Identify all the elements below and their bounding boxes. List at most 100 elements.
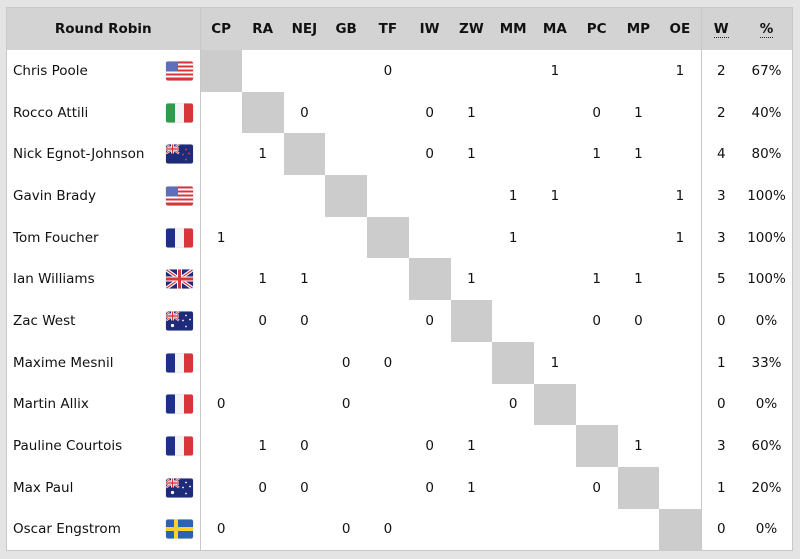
- table-row: Ian Williams 1 1 1 1 1 5 100%: [7, 258, 792, 301]
- competitor-cell: Pauline Courtois: [7, 425, 201, 467]
- percent-cell: 40%: [751, 104, 782, 121]
- result-cell: 1: [258, 438, 267, 455]
- competitor-name: Ian Williams: [13, 271, 95, 288]
- result-cell: 1: [467, 146, 476, 163]
- result-cell: 1: [467, 104, 476, 121]
- wins-cell: 0: [700, 508, 741, 551]
- result-cell: 0: [508, 396, 518, 413]
- result-cell: 0: [425, 104, 434, 121]
- wins-header[interactable]: W: [700, 8, 741, 50]
- table-row: Martin Allix 0 0 0 0 0%: [7, 383, 792, 426]
- wins-cell: 1: [700, 466, 741, 509]
- result-cell: [200, 175, 242, 217]
- result-cell: 0: [341, 354, 351, 371]
- result-cell: 1: [550, 354, 560, 371]
- uk-flag-icon: [165, 269, 193, 289]
- competitor-cell: Chris Poole: [7, 50, 201, 92]
- result-cell: [618, 50, 660, 92]
- result-cell: [242, 175, 284, 217]
- result-cell: [409, 342, 451, 384]
- usa-flag-icon: [165, 61, 193, 81]
- result-cell: 0: [216, 521, 226, 538]
- result-cell: 1: [675, 62, 685, 79]
- competitor-name: Chris Poole: [13, 62, 88, 79]
- competitor-cell: Ian Williams: [7, 258, 201, 301]
- result-cell: [492, 50, 534, 92]
- result-cell: [492, 92, 534, 134]
- result-cell: 0: [425, 479, 434, 496]
- result-cell: [659, 300, 701, 342]
- result-cell: [367, 384, 409, 426]
- result-cell: 0: [592, 479, 601, 496]
- result-cell: 1: [508, 229, 518, 246]
- result-cell: [618, 175, 660, 217]
- result-cell: 1: [467, 479, 476, 496]
- diagonal-cell: [200, 50, 242, 92]
- result-cell: 1: [592, 146, 601, 163]
- percent-cell: 0%: [755, 396, 778, 413]
- result-cell: [618, 217, 660, 259]
- competitor-name: Maxime Mesnil: [13, 354, 114, 371]
- wins-cell: 2: [700, 50, 741, 92]
- result-cell: 0: [300, 312, 309, 329]
- diagonal-cell: [492, 341, 534, 384]
- result-cell: [534, 258, 576, 300]
- result-cell: 1: [592, 271, 601, 288]
- result-cell: [659, 342, 701, 384]
- result-cell: [576, 509, 618, 551]
- result-cell: [618, 509, 660, 551]
- result-cell: 1: [550, 187, 560, 204]
- result-cell: [242, 217, 284, 259]
- result-cell: 1: [634, 271, 643, 288]
- table-row: Nick Egnot-Johnson 1 0 1 1 1 4 80%: [7, 133, 792, 176]
- diagonal-cell: [241, 91, 284, 134]
- percent-cell: 100%: [747, 187, 786, 204]
- wins-cell: 3: [700, 216, 741, 259]
- result-cell: [659, 258, 701, 300]
- column-header-pc: PC: [575, 8, 618, 50]
- result-cell: [242, 384, 284, 426]
- percent-cell: 67%: [751, 62, 782, 79]
- wins-header-label[interactable]: W: [713, 21, 729, 38]
- result-cell: [659, 133, 701, 175]
- result-cell: [534, 300, 576, 342]
- table-title: Round Robin: [7, 8, 201, 50]
- result-cell: [659, 92, 701, 134]
- result-cell: 0: [341, 396, 351, 413]
- result-cell: [242, 509, 284, 551]
- percent-cell: 100%: [747, 229, 786, 246]
- table-row: Gavin Brady 1 1 1 3 100%: [7, 175, 792, 217]
- result-cell: [451, 342, 493, 384]
- percent-cell: 60%: [751, 438, 782, 455]
- france-flag-icon: [165, 353, 193, 373]
- percent-header-label[interactable]: %: [759, 21, 774, 38]
- result-cell: [492, 300, 534, 342]
- result-cell: [325, 425, 367, 467]
- result-cell: [367, 467, 409, 509]
- australia-flag-icon: [165, 478, 193, 498]
- diagonal-cell: [325, 175, 367, 217]
- percent-cell: 0%: [755, 312, 778, 329]
- result-cell: 1: [550, 62, 560, 79]
- france-flag-icon: [165, 436, 193, 456]
- column-header-oe: OE: [659, 8, 701, 50]
- result-cell: [367, 133, 409, 175]
- percent-header[interactable]: %: [741, 8, 792, 50]
- result-cell: 0: [300, 104, 309, 121]
- table-row: Maxime Mesnil 0 0 1 1 33%: [7, 341, 792, 384]
- column-header-nej: NEJ: [283, 8, 326, 50]
- result-cell: [284, 50, 326, 92]
- result-cell: [576, 217, 618, 259]
- result-cell: [534, 217, 576, 259]
- result-cell: 0: [425, 438, 434, 455]
- result-cell: 0: [341, 521, 351, 538]
- column-header-mm: MM: [492, 8, 534, 50]
- competitor-cell: Max Paul: [7, 466, 201, 509]
- diagonal-cell: [659, 508, 701, 551]
- result-cell: [534, 92, 576, 134]
- result-cell: 1: [634, 438, 643, 455]
- result-cell: 0: [383, 521, 393, 538]
- wins-cell: 2: [700, 91, 741, 134]
- competitor-name: Rocco Attili: [13, 104, 89, 121]
- round-robin-table: Round Robin CP RA NEJ GB TF IW ZW MM MA PC MP OE W% …: [7, 8, 792, 551]
